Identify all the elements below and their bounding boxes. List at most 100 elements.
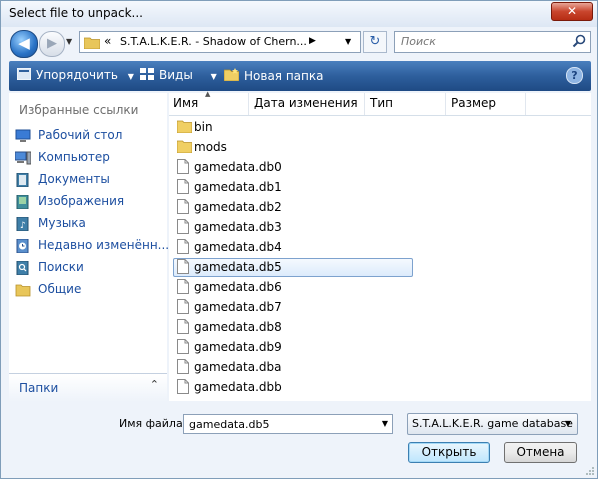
file-name: gamedata.db2 — [194, 200, 282, 214]
file-name: gamedata.db6 — [194, 280, 282, 294]
column-divider[interactable] — [445, 93, 446, 115]
new-folder-label: Новая папка — [244, 69, 324, 83]
forward-button[interactable]: ▶ — [39, 31, 65, 57]
search-box[interactable] — [394, 31, 591, 53]
list-item[interactable]: gamedata.db1 — [173, 178, 413, 197]
documents-icon — [16, 173, 29, 187]
open-button[interactable]: Открыть — [408, 442, 490, 463]
column-type[interactable]: Тип — [370, 96, 393, 110]
column-divider[interactable] — [525, 93, 526, 115]
file-name: gamedata.db7 — [194, 300, 282, 314]
folders-toggle[interactable]: Папки ⌃ — [9, 373, 167, 402]
close-button[interactable]: ✕ — [551, 2, 593, 21]
breadcrumb-separator-icon[interactable]: ▶ — [309, 36, 316, 46]
music-icon: ♪ — [16, 217, 29, 231]
file-icon — [177, 379, 189, 394]
resize-grip-icon[interactable] — [585, 466, 595, 476]
dialog-footer: Имя файла: ▼ S.T.A.L.K.E.R. game databas… — [1, 401, 597, 478]
column-divider[interactable] — [364, 93, 365, 115]
file-name: gamedata.db9 — [194, 340, 282, 354]
file-name: gamedata.db0 — [194, 160, 282, 174]
file-icon — [177, 199, 189, 214]
file-icon — [177, 179, 189, 194]
new-folder-icon — [224, 68, 239, 81]
navigation-pane: Избранные ссылки Рабочий стол Компьютер … — [9, 93, 170, 402]
desktop-icon — [15, 129, 31, 142]
column-name[interactable]: Имя — [173, 96, 198, 110]
sidebar-item-label: Компьютер — [38, 150, 110, 164]
organize-button[interactable]: Упорядочить ▼ — [17, 68, 134, 82]
list-item[interactable]: gamedata.dbb — [173, 378, 413, 397]
cancel-button[interactable]: Отмена — [504, 442, 577, 463]
file-icon — [177, 299, 189, 314]
file-name: gamedata.dba — [194, 360, 282, 374]
sidebar-item-label: Изображения — [38, 194, 125, 208]
filename-input[interactable] — [187, 417, 371, 432]
file-name: bin — [194, 120, 213, 134]
list-item[interactable]: mods — [173, 138, 413, 157]
folder-icon — [177, 120, 192, 133]
back-button[interactable]: ◀ — [10, 30, 38, 58]
file-icon — [177, 159, 189, 174]
computer-icon — [15, 151, 31, 165]
organize-dropdown-icon: ▼ — [127, 72, 134, 81]
sidebar-item-label: Документы — [38, 172, 110, 186]
sidebar-item-label: Поиски — [38, 260, 84, 274]
file-name: gamedata.db4 — [194, 240, 282, 254]
views-dropdown-icon: ▼ — [210, 72, 217, 81]
folder-icon — [84, 37, 100, 49]
refresh-button[interactable]: ↻ — [363, 31, 387, 53]
help-icon[interactable]: ? — [566, 67, 583, 84]
recent-icon — [16, 239, 29, 253]
address-dropdown-icon[interactable]: ▼ — [345, 37, 351, 46]
list-item[interactable]: gamedata.dba — [173, 358, 413, 377]
chevron-up-icon: ⌃ — [149, 378, 159, 391]
list-item[interactable]: gamedata.db6 — [173, 278, 413, 297]
list-item[interactable]: gamedata.db9 — [173, 338, 413, 357]
column-size[interactable]: Размер — [451, 96, 496, 110]
chevron-down-icon: ▼ — [564, 419, 571, 428]
column-header: Имя ▲ Дата изменения Тип Размер — [169, 90, 591, 116]
list-item[interactable]: gamedata.db4 — [173, 238, 413, 257]
chevron-down-icon[interactable]: ▼ — [382, 419, 388, 428]
filename-label: Имя файла: — [119, 417, 187, 430]
file-name: gamedata.db5 — [194, 260, 282, 274]
column-date-modified[interactable]: Дата изменения — [254, 96, 358, 110]
file-name: mods — [194, 140, 227, 154]
file-list-pane: Имя ▲ Дата изменения Тип Размер bin mods… — [169, 90, 591, 401]
list-item[interactable]: gamedata.db3 — [173, 218, 413, 237]
file-name: gamedata.db3 — [194, 220, 282, 234]
breadcrumb-path[interactable]: S.T.A.L.K.E.R. - Shadow of Chern... — [120, 35, 307, 48]
file-type-select[interactable]: S.T.A.L.K.E.R. game database ▼ — [407, 413, 578, 435]
list-item-selected[interactable]: gamedata.db5 — [173, 258, 413, 277]
folders-label: Папки — [19, 381, 59, 395]
sidebar-item-label: Недавно изменённ... — [38, 238, 170, 252]
recent-pages-dropdown[interactable]: ▼ — [66, 37, 72, 46]
new-folder-button[interactable]: Новая папка — [224, 68, 323, 83]
views-icon — [140, 68, 154, 80]
search-icon[interactable] — [572, 34, 586, 48]
organize-icon — [17, 68, 31, 80]
list-item[interactable]: gamedata.db8 — [173, 318, 413, 337]
list-item[interactable]: gamedata.db7 — [173, 298, 413, 317]
folder-icon — [177, 140, 192, 153]
views-button[interactable]: Виды ▼ — [140, 68, 217, 82]
file-name: gamedata.dbb — [194, 380, 282, 394]
file-open-dialog: Select file to unpack... ✕ ◀ ▶ ▼ « S.T.A… — [0, 0, 598, 479]
sidebar-item-label: Общие — [38, 282, 82, 296]
breadcrumb-overflow[interactable]: « — [104, 34, 111, 48]
organize-label: Упорядочить — [36, 68, 118, 82]
file-type-value: S.T.A.L.K.E.R. game database — [412, 417, 573, 430]
address-bar[interactable]: « S.T.A.L.K.E.R. - Shadow of Chern... ▶ … — [79, 31, 361, 53]
sidebar-item-label: Музыка — [38, 216, 86, 230]
sidebar-item-label: Рабочий стол — [38, 128, 123, 142]
search-input[interactable] — [399, 34, 571, 49]
navigation-bar: ◀ ▶ ▼ « S.T.A.L.K.E.R. - Shadow of Chern… — [1, 27, 597, 61]
file-icon — [177, 319, 189, 334]
pictures-icon — [16, 195, 29, 209]
filename-combobox[interactable]: ▼ — [183, 414, 393, 434]
column-divider[interactable] — [248, 93, 249, 115]
list-item[interactable]: gamedata.db0 — [173, 158, 413, 177]
list-item[interactable]: bin — [173, 118, 413, 137]
list-item[interactable]: gamedata.db2 — [173, 198, 413, 217]
